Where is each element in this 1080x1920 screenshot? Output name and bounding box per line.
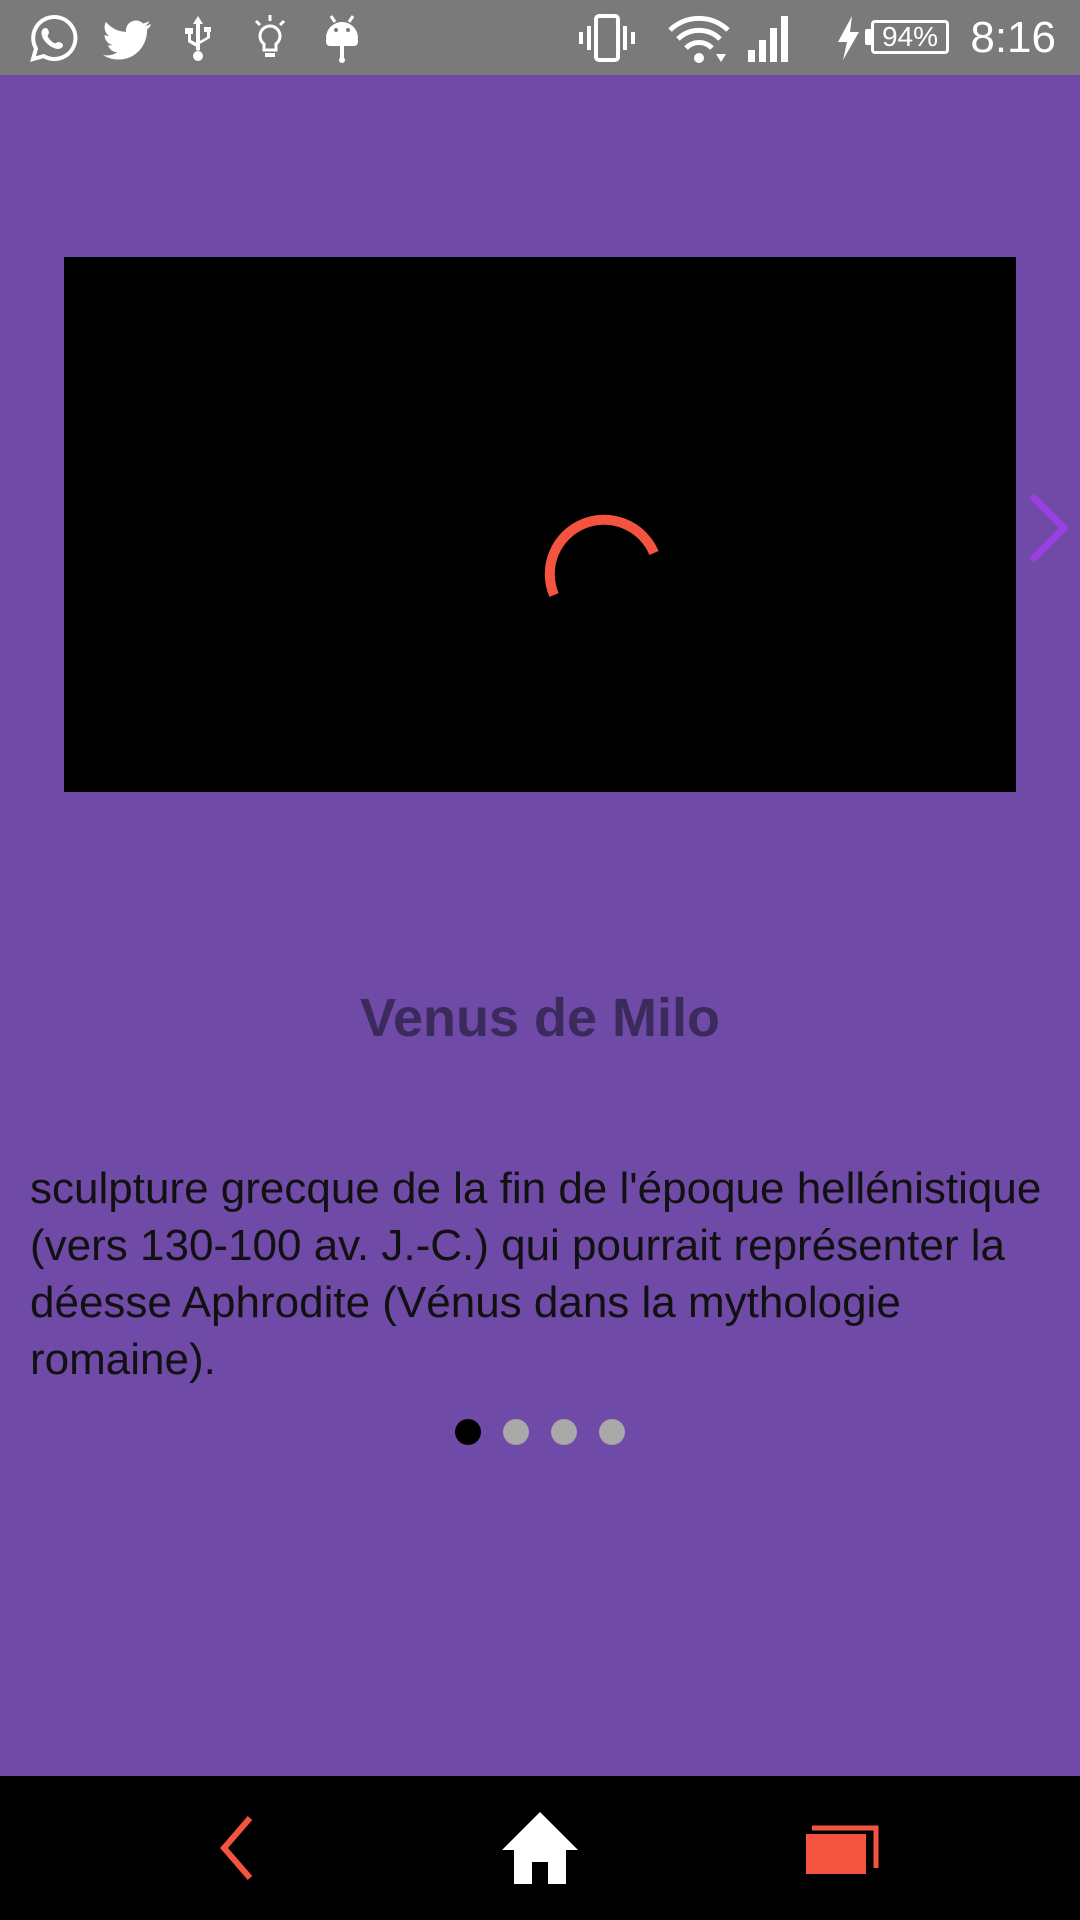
navigation-bar xyxy=(0,1776,1080,1920)
page-dot-4[interactable] xyxy=(599,1419,625,1445)
artwork-title: Venus de Milo xyxy=(359,988,721,1048)
charging-icon xyxy=(838,16,859,60)
loading-spinner-icon xyxy=(544,514,659,597)
home-icon[interactable] xyxy=(490,1800,590,1896)
page-dot-3[interactable] xyxy=(551,1419,577,1445)
status-time: 8:16 xyxy=(970,13,1056,62)
android-icon xyxy=(326,15,358,63)
chevron-right-icon[interactable] xyxy=(1020,488,1080,568)
battery-icon: 94% xyxy=(871,20,949,54)
back-icon[interactable] xyxy=(190,1800,290,1896)
wifi-icon xyxy=(668,15,730,63)
video-player[interactable] xyxy=(64,257,1016,792)
whatsapp-icon xyxy=(30,14,78,62)
lightbulb-icon xyxy=(254,15,286,57)
twitter-icon xyxy=(103,20,151,60)
recent-apps-icon[interactable] xyxy=(790,1800,890,1896)
vibrate-icon xyxy=(579,14,635,62)
status-bar: 94% 8:16 xyxy=(0,0,1080,75)
usb-icon xyxy=(185,16,211,61)
page-dot-1[interactable] xyxy=(455,1419,481,1445)
battery-level: 94% xyxy=(881,21,939,52)
page-dot-2[interactable] xyxy=(503,1419,529,1445)
signal-icon xyxy=(748,16,788,62)
artwork-description: sculpture grecque de la fin de l'époque … xyxy=(30,1164,1042,1384)
